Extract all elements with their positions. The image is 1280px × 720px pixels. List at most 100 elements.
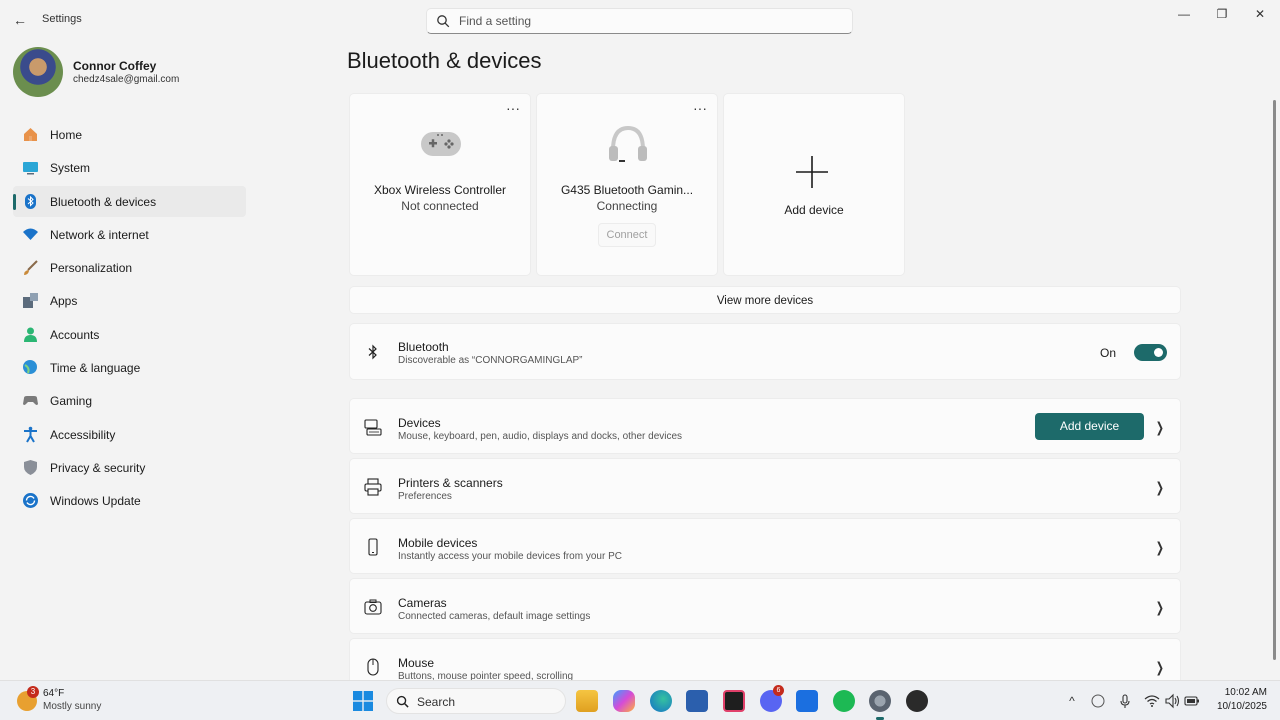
sidebar-nav: Home System Bluetooth & devices Network …	[13, 119, 246, 519]
store-icon[interactable]	[686, 690, 708, 712]
sidebar-item-privacy[interactable]: Privacy & security	[13, 452, 246, 483]
sidebar-item-label: Time & language	[50, 361, 141, 376]
bluetooth-icon	[25, 193, 36, 209]
weather-temperature: 64°F	[43, 688, 65, 699]
sidebar-item-home[interactable]: Home	[13, 119, 246, 150]
sidebar-item-label: Network & internet	[50, 227, 149, 242]
page-title: Bluetooth & devices	[347, 48, 542, 73]
taskbar-search[interactable]: Search	[386, 688, 566, 714]
device-name: G435 Bluetooth Gamin...	[560, 183, 694, 197]
clock-date[interactable]: 10/10/2025	[1207, 701, 1267, 712]
gamepad-icon	[421, 132, 461, 156]
row-subtitle: Connected cameras, default image setting…	[398, 611, 591, 622]
sidebar-item-gaming[interactable]: Gaming	[13, 385, 246, 416]
back-button[interactable]: ←	[10, 10, 30, 30]
more-options-button[interactable]: ···	[506, 100, 520, 116]
sidebar-item-label: Home	[50, 128, 83, 142]
sidebar-item-label: Windows Update	[50, 494, 141, 509]
search-input[interactable]	[459, 12, 839, 30]
globe-clock-icon	[23, 360, 37, 375]
mobile-devices-row[interactable]: Mobile devices Instantly access your mob…	[349, 518, 1181, 574]
mouse-row[interactable]: Mouse Buttons, mouse pointer speed, scro…	[349, 638, 1181, 680]
wifi-icon[interactable]	[1144, 693, 1160, 709]
devices-row[interactable]: Devices Mouse, keyboard, pen, audio, dis…	[349, 398, 1181, 454]
bluetooth-toggle[interactable]	[1134, 344, 1167, 361]
row-title: Printers & scanners	[398, 476, 503, 490]
chevron-right-icon: ❯	[1156, 659, 1165, 675]
sidebar-item-time-language[interactable]: Time & language	[13, 352, 246, 383]
row-subtitle: Discoverable as “CONNORGAMINGLAP”	[398, 355, 583, 366]
start-button[interactable]	[353, 691, 373, 711]
monitor-icon	[23, 162, 38, 175]
row-title: Devices	[398, 416, 441, 430]
row-subtitle: Mouse, keyboard, pen, audio, displays an…	[398, 431, 683, 442]
row-subtitle: Buttons, mouse pointer speed, scrolling	[398, 671, 574, 680]
row-subtitle: Instantly access your mobile devices fro…	[398, 551, 622, 562]
bluetooth-tray-icon[interactable]	[1090, 693, 1106, 709]
toggle-state-label: On	[1099, 346, 1116, 360]
minimize-button[interactable]: —	[1165, 0, 1203, 28]
headset-icon	[609, 125, 647, 162]
cameras-row[interactable]: Cameras Connected cameras, default image…	[349, 578, 1181, 634]
edge-icon[interactable]	[650, 690, 672, 712]
chevron-right-icon: ❯	[1156, 479, 1165, 495]
search-box[interactable]	[426, 8, 853, 34]
add-device-card[interactable]: Add device	[723, 93, 905, 276]
mouse-icon	[367, 658, 379, 676]
discord-icon[interactable]: 6	[760, 685, 784, 712]
sidebar-item-system[interactable]: System	[13, 152, 246, 183]
settings-icon[interactable]	[869, 690, 891, 720]
sidebar-item-network[interactable]: Network & internet	[13, 219, 246, 250]
add-device-label: Add device	[784, 203, 844, 217]
row-title: Cameras	[398, 596, 447, 610]
spotify-icon[interactable]	[833, 690, 855, 712]
file-explorer-icon[interactable]	[576, 690, 598, 712]
printer-icon	[364, 478, 382, 496]
avatar	[13, 47, 63, 97]
tray-overflow-chevron[interactable]: ^	[1064, 693, 1080, 709]
bluetooth-row[interactable]: Bluetooth Discoverable as “CONNORGAMINGL…	[349, 323, 1181, 380]
roblox-icon[interactable]	[796, 690, 818, 712]
row-title: Mobile devices	[398, 536, 478, 550]
device-card-xbox-controller[interactable]: ··· Xbox Wireless Controller Not connect…	[349, 93, 531, 276]
view-more-devices-button[interactable]: View more devices	[349, 286, 1181, 314]
more-options-button[interactable]: ···	[693, 100, 707, 116]
volume-icon[interactable]	[1164, 693, 1180, 709]
device-name: Xbox Wireless Controller	[373, 183, 507, 197]
obs-icon[interactable]	[906, 690, 928, 712]
scrollbar[interactable]	[1273, 100, 1276, 660]
chevron-right-icon: ❯	[1156, 539, 1165, 555]
sidebar-item-apps[interactable]: Apps	[13, 285, 246, 316]
sidebar-item-windows-update[interactable]: Windows Update	[13, 485, 246, 516]
weather-description: Mostly sunny	[43, 701, 102, 712]
device-card-headset[interactable]: ··· G435 Bluetooth Gamin... Connecting C…	[536, 93, 718, 276]
sidebar-item-bluetooth[interactable]: Bluetooth & devices	[13, 185, 246, 217]
apps-icon	[23, 293, 38, 309]
sidebar-item-label: Gaming	[50, 394, 93, 409]
instagram-icon[interactable]	[723, 690, 745, 712]
microphone-icon[interactable]	[1117, 693, 1133, 709]
sidebar-item-accounts[interactable]: Accounts	[13, 319, 246, 350]
notification-badge: 3	[27, 686, 39, 698]
chevron-right-icon: ❯	[1156, 599, 1165, 615]
printers-scanners-row[interactable]: Printers & scanners Preferences ❯	[349, 458, 1181, 514]
row-subtitle: Preferences	[398, 491, 452, 502]
search-icon	[396, 695, 409, 708]
close-button[interactable]: ✕	[1241, 0, 1279, 28]
search-icon	[437, 15, 450, 28]
settings-window: ← Settings — ❐ ✕ Connor Coffey chedz4sal…	[0, 0, 1280, 680]
connect-button[interactable]: Connect	[598, 223, 656, 247]
battery-icon[interactable]	[1184, 693, 1200, 709]
user-profile[interactable]: Connor Coffey chedz4sale@gmail.com	[13, 47, 253, 97]
person-icon	[24, 327, 37, 342]
row-title: Bluetooth	[398, 340, 449, 354]
add-device-button[interactable]: Add device	[1035, 413, 1144, 440]
wifi-icon	[23, 228, 38, 240]
clock-time[interactable]: 10:02 AM	[1217, 687, 1267, 698]
sidebar-item-accessibility[interactable]: Accessibility	[13, 419, 246, 450]
maximize-button[interactable]: ❐	[1203, 0, 1241, 28]
copilot-icon[interactable]	[613, 690, 635, 712]
sidebar-item-label: System	[50, 161, 91, 176]
device-status: Connecting	[596, 199, 658, 213]
sidebar-item-personalization[interactable]: Personalization	[13, 252, 246, 283]
